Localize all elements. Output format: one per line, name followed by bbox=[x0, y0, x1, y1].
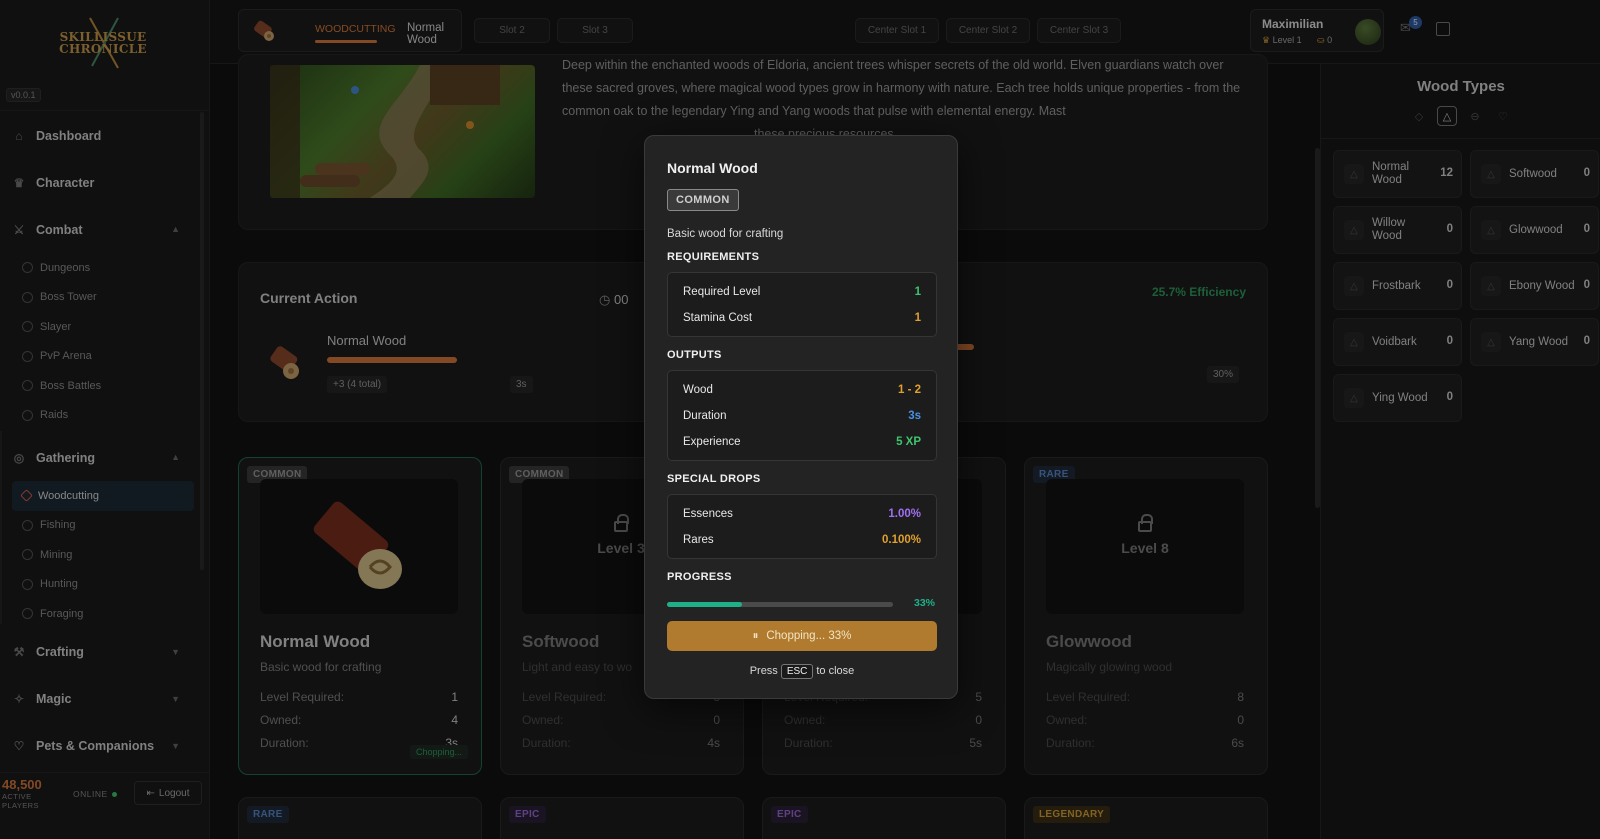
modal-description: Basic wood for crafting bbox=[667, 228, 784, 240]
close-hint-close: to close bbox=[816, 665, 855, 677]
output-row: Duration 3s bbox=[683, 410, 921, 422]
esc-key[interactable]: ESC bbox=[780, 664, 814, 679]
chopping-button-label: Chopping... 33% bbox=[766, 630, 852, 642]
drop-row: Essences 1.00% bbox=[683, 508, 921, 520]
close-hint-press: Press bbox=[749, 665, 778, 677]
requirement-value: 1 bbox=[914, 312, 921, 324]
drop-value: 0.100% bbox=[881, 534, 921, 546]
outputs-box: Wood 1 - 2 Duration 3s Experience 5 XP bbox=[667, 370, 937, 461]
progress-title: PROGRESS bbox=[667, 571, 732, 583]
drop-label: Essences bbox=[683, 508, 733, 520]
progress-fill bbox=[667, 602, 742, 607]
requirement-row: Required Level 1 bbox=[683, 286, 921, 298]
drop-label: Rares bbox=[683, 534, 714, 546]
output-value: 1 - 2 bbox=[897, 384, 921, 396]
pause-icon: ⏸︎ bbox=[752, 629, 759, 642]
special-drops-box: Essences 1.00% Rares 0.100% bbox=[667, 494, 937, 559]
output-value: 5 XP bbox=[896, 436, 921, 448]
progress-track bbox=[667, 602, 893, 607]
output-row: Wood 1 - 2 bbox=[683, 384, 921, 396]
app-root: SKILLISSUE CHRONICLE v0.0.1 ⌂ Dashboard ♛ C… bbox=[0, 0, 1600, 839]
output-value: 3s bbox=[908, 410, 921, 422]
modal-title: Normal Wood bbox=[667, 160, 758, 176]
requirement-label: Required Level bbox=[683, 286, 761, 298]
requirements-title: REQUIREMENTS bbox=[667, 251, 760, 263]
drop-value: 1.00% bbox=[888, 508, 921, 520]
wood-detail-modal: Normal Wood COMMON Basic wood for crafti… bbox=[644, 135, 958, 699]
requirement-row: Stamina Cost 1 bbox=[683, 312, 921, 324]
progress-percent: 33% bbox=[913, 597, 935, 609]
output-label: Experience bbox=[683, 436, 741, 448]
chopping-button[interactable]: ⏸︎ Chopping... 33% bbox=[667, 621, 937, 651]
modal-rarity-badge: COMMON bbox=[667, 189, 739, 211]
outputs-title: OUTPUTS bbox=[667, 349, 722, 361]
drop-row: Rares 0.100% bbox=[683, 534, 921, 546]
requirements-box: Required Level 1 Stamina Cost 1 bbox=[667, 272, 937, 337]
output-row: Experience 5 XP bbox=[683, 436, 921, 448]
output-label: Duration bbox=[683, 410, 727, 422]
output-label: Wood bbox=[683, 384, 713, 396]
requirement-label: Stamina Cost bbox=[683, 312, 753, 324]
close-hint: Press ESC to close bbox=[645, 664, 959, 679]
requirement-value: 1 bbox=[914, 286, 921, 298]
special-drops-title: SPECIAL DROPS bbox=[667, 473, 761, 485]
